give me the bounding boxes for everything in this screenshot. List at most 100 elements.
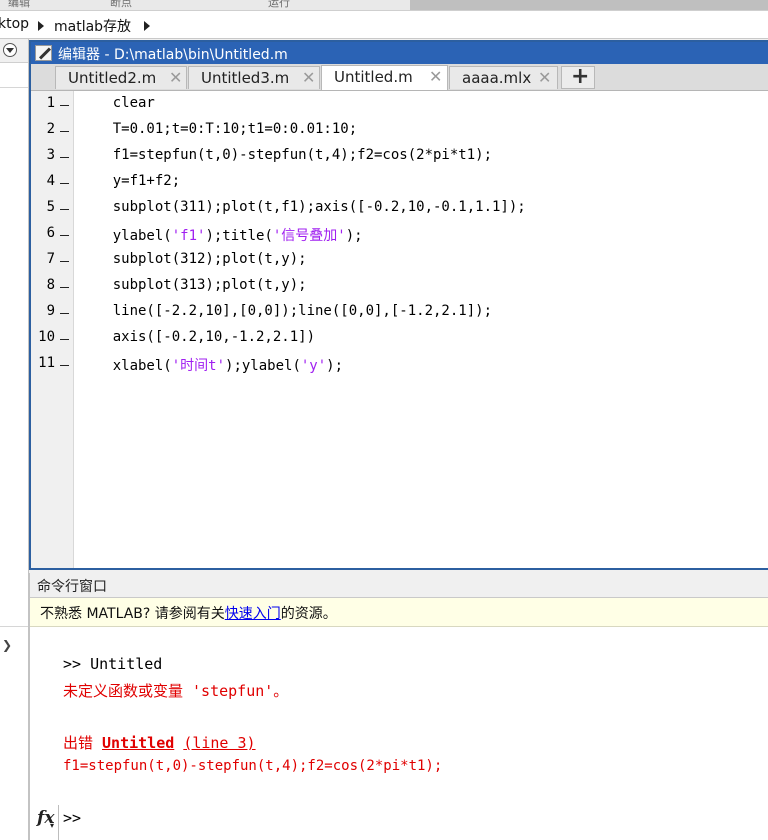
tab-label: Untitled.m — [334, 68, 413, 86]
code-text: ylabel( — [79, 228, 172, 244]
breakpoint-marker[interactable] — [60, 339, 69, 340]
line-number: 8 — [46, 277, 55, 293]
code-text: );title( — [205, 228, 273, 244]
tab-close-icon[interactable]: ✕ — [302, 68, 315, 87]
path-segment-matlab[interactable]: matlab存放 — [54, 16, 131, 36]
command-window-header: 命令行窗口 — [30, 573, 768, 598]
tab-aaaa-mlx[interactable]: aaaa.mlx ✕ — [449, 66, 558, 89]
ribbon-label-edit[interactable]: 编辑 — [8, 0, 30, 10]
code-text: subplot(313);plot(t,y); — [79, 277, 307, 293]
error-message: 未定义函数或变量 'stepfun'。 — [63, 682, 289, 700]
function-browser-icon[interactable]: fx ▾ — [37, 808, 54, 830]
ribbon-label-run[interactable]: 运行 — [268, 0, 290, 10]
editor-title: 编辑器 - D:\matlab\bin\Untitled.m — [58, 47, 288, 63]
code-line[interactable]: subplot(313);plot(t,y); — [79, 277, 307, 293]
command-window-title: 命令行窗口 — [37, 579, 107, 595]
current-folder-panel: ❯ — [0, 39, 29, 840]
code-line[interactable]: xlabel('时间t');ylabel('y'); — [79, 355, 343, 375]
code-line[interactable]: clear — [79, 95, 155, 111]
code-text: );ylabel( — [225, 358, 301, 374]
code-line[interactable]: subplot(312);plot(t,y); — [79, 251, 307, 267]
tab-close-icon[interactable]: ✕ — [429, 67, 442, 86]
line-number-gutter: 1 2 3 4 5 6 7 8 9 10 11 — [31, 91, 74, 568]
line-number: 6 — [46, 225, 55, 241]
editor-titlebar: 编辑器 - D:\matlab\bin\Untitled.m — [31, 42, 768, 64]
code-line[interactable]: f1=stepfun(t,0)-stepfun(t,4);f2=cos(2*pi… — [79, 147, 492, 163]
breakpoint-marker[interactable] — [60, 105, 69, 106]
code-text: y=f1+f2; — [79, 173, 181, 189]
error-location: 出错 Untitled (line 3) — [63, 732, 256, 753]
path-separator-icon[interactable] — [38, 21, 44, 31]
code-line[interactable]: line([-2.2,10],[0,0]);line([0,0],[-1.2,2… — [79, 303, 492, 319]
error-line-link[interactable]: (line 3) — [183, 734, 255, 752]
line-number: 4 — [46, 173, 55, 189]
error-file-link[interactable]: Untitled — [102, 734, 174, 752]
path-separator-icon[interactable] — [144, 21, 150, 31]
add-tab-button[interactable]: + — [561, 64, 595, 89]
code-line[interactable]: ylabel('f1');title('信号叠加'); — [79, 225, 363, 245]
line-number: 10 — [38, 329, 55, 345]
ribbon-strip: 编辑 断点 运行 — [0, 0, 768, 11]
editor-pencil-icon — [35, 45, 52, 61]
editor-tab-bar: Untitled2.m ✕ Untitled3.m ✕ Untitled.m ✕… — [31, 64, 768, 91]
tab-untitled[interactable]: Untitled.m ✕ — [321, 65, 448, 90]
breakpoint-marker[interactable] — [60, 235, 69, 236]
string-literal: '时间t' — [171, 358, 226, 374]
code-text: axis([-0.2,10,-1.2,2.1]) — [79, 329, 316, 345]
tab-label: aaaa.mlx — [462, 69, 532, 87]
tab-close-icon[interactable]: ✕ — [538, 68, 551, 87]
command-prompt-input[interactable]: >> — [63, 809, 81, 827]
line-number: 3 — [46, 147, 55, 163]
breakpoint-marker[interactable] — [60, 261, 69, 262]
code-line[interactable]: T=0.01;t=0:T:10;t1=0:0.01:10; — [79, 121, 357, 137]
tab-label: Untitled3.m — [201, 69, 290, 87]
breakpoint-marker[interactable] — [60, 183, 69, 184]
panel-divider — [0, 626, 28, 627]
panel-header — [0, 39, 28, 63]
tab-untitled3[interactable]: Untitled3.m ✕ — [188, 66, 320, 89]
panel-actions-dropdown-icon[interactable] — [3, 43, 17, 57]
tab-close-icon[interactable]: ✕ — [169, 68, 182, 87]
string-literal: 'y' — [300, 358, 327, 374]
string-literal: 'f1' — [171, 228, 206, 244]
breakpoint-marker[interactable] — [60, 313, 69, 314]
error-code-line: f1=stepfun(t,0)-stepfun(t,4);f2=cos(2*pi… — [63, 758, 443, 774]
error-prefix: 出错 — [63, 734, 103, 752]
command-window: 命令行窗口 不熟悉 MATLAB? 请参阅有关快速入门的资源。 >> Untit… — [29, 573, 768, 840]
line-number: 5 — [46, 199, 55, 215]
ribbon-filler — [410, 0, 768, 10]
string-literal: '信号叠加' — [272, 228, 346, 244]
notice-suffix: 的资源。 — [280, 606, 337, 622]
ribbon-label-breakpoint[interactable]: 断点 — [110, 0, 132, 10]
notice-prefix: 不熟悉 MATLAB? 请参阅有关 — [40, 606, 225, 622]
code-text: line([-2.2,10],[0,0]);line([0,0],[-1.2,2… — [79, 303, 493, 319]
tab-untitled2[interactable]: Untitled2.m ✕ — [55, 66, 187, 89]
getting-started-notice: 不熟悉 MATLAB? 请参阅有关快速入门的资源。 — [30, 598, 768, 627]
line-number: 9 — [46, 303, 55, 319]
breakpoint-marker[interactable] — [60, 131, 69, 132]
code-text: T=0.01;t=0:T:10;t1=0:0.01:10; — [79, 121, 358, 137]
code-text: xlabel( — [79, 358, 172, 374]
line-number: 11 — [38, 355, 55, 371]
breakpoint-marker[interactable] — [60, 209, 69, 210]
code-text: f1=stepfun(t,0)-stepfun(t,4);f2=cos(2*pi… — [79, 147, 493, 163]
breakpoint-marker[interactable] — [60, 287, 69, 288]
line-number: 7 — [46, 251, 55, 267]
tab-label: Untitled2.m — [68, 69, 157, 87]
code-line[interactable]: y=f1+f2; — [79, 173, 180, 189]
details-collapse-chevron-icon[interactable]: ❯ — [2, 638, 12, 652]
breakpoint-marker[interactable] — [60, 157, 69, 158]
code-text: subplot(311);plot(t,f1);axis([-0.2,10,-0… — [79, 199, 526, 215]
breakpoint-marker[interactable] — [60, 365, 69, 366]
code-text: subplot(312);plot(t,y); — [79, 251, 307, 267]
code-text: ); — [345, 228, 363, 244]
code-line[interactable]: axis([-0.2,10,-1.2,2.1]) — [79, 329, 315, 345]
editor-window: 编辑器 - D:\matlab\bin\Untitled.m Untitled2… — [29, 40, 768, 570]
code-editor[interactable]: 1 2 3 4 5 6 7 8 9 10 11 clear T=0.01;t=0:T:10;t1=0… — [31, 91, 768, 568]
path-segment-desktop[interactable]: ktop — [0, 16, 29, 32]
code-line[interactable]: subplot(311);plot(t,f1);axis([-0.2,10,-0… — [79, 199, 526, 215]
code-text: clear — [79, 95, 155, 111]
plus-icon: + — [571, 64, 590, 89]
quick-start-link[interactable]: 快速入门 — [225, 606, 281, 622]
history-command: >> Untitled — [63, 655, 163, 673]
